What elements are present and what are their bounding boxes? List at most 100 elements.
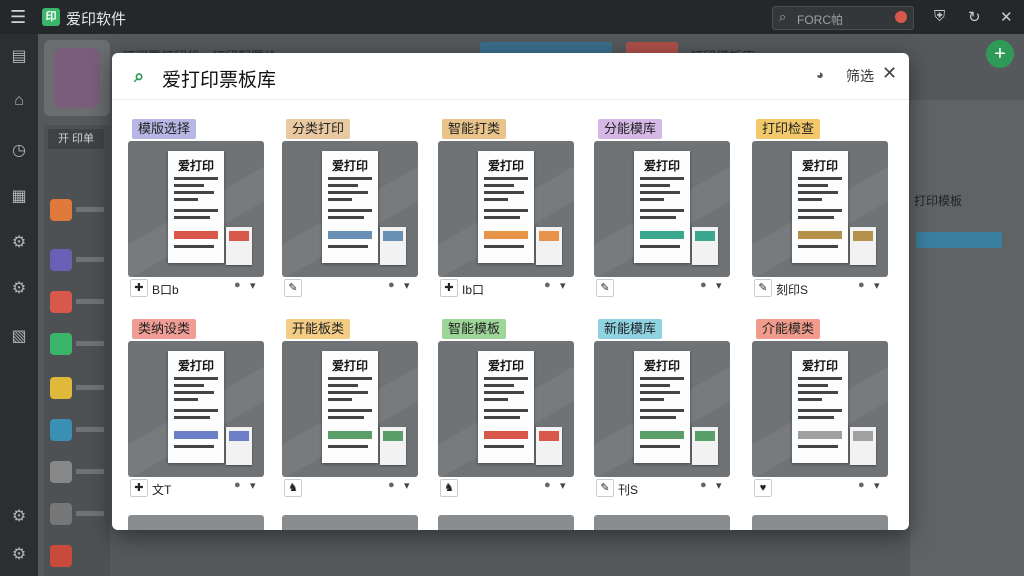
receipt-line bbox=[328, 391, 368, 394]
chevron-down-icon[interactable]: ▾ bbox=[560, 479, 566, 492]
mini-color-band bbox=[695, 231, 715, 241]
template-card[interactable]: 模版选择 爱打印 ✚ B口b ● ▾ bbox=[128, 111, 264, 297]
pin-icon[interactable]: ● bbox=[858, 279, 865, 291]
search-icon: ⌕ bbox=[779, 9, 787, 24]
pin-icon[interactable]: ● bbox=[700, 279, 707, 291]
template-tag: 分类打印 bbox=[286, 119, 351, 139]
receipt-line bbox=[798, 409, 842, 412]
receipt-color-band bbox=[174, 231, 218, 239]
window-close-icon[interactable]: ✕ bbox=[1000, 8, 1013, 26]
receipt-line bbox=[484, 245, 524, 248]
template-card[interactable]: 介能模类 爱打印 ♥ ● ▾ bbox=[752, 311, 888, 497]
search-icon: ⌕ bbox=[134, 66, 145, 86]
app-title: 爱印软件 bbox=[66, 11, 127, 28]
receipt-line bbox=[328, 191, 368, 194]
template-thumbnail[interactable]: 爱打印 bbox=[594, 141, 730, 277]
template-thumbnail[interactable]: 爱打印 bbox=[128, 141, 264, 277]
mini-color-band bbox=[229, 231, 249, 241]
template-card[interactable]: 分能模库 爱打印 ✎ ● ▾ bbox=[594, 111, 730, 297]
template-card[interactable]: 智能模板 爱打印 ♞ ● ▾ bbox=[438, 311, 574, 497]
rail-settings-icon[interactable]: ⚙ bbox=[10, 232, 28, 252]
receipt-color-band bbox=[484, 231, 528, 239]
receipt-color-band bbox=[798, 231, 842, 239]
pin-icon[interactable]: ● bbox=[858, 479, 865, 491]
template-thumbnail[interactable]: 爱打印 bbox=[282, 141, 418, 277]
receipt-line bbox=[484, 184, 514, 187]
search-input[interactable]: ⌕ FORC帕 bbox=[772, 6, 914, 30]
bg-item-line bbox=[76, 299, 104, 304]
template-thumbnail[interactable]: 爱打印 bbox=[128, 341, 264, 477]
rail-file-icon[interactable]: ▦ bbox=[10, 186, 28, 206]
chevron-down-icon[interactable]: ▾ bbox=[716, 479, 722, 492]
rail-print-icon[interactable]: ▤ bbox=[10, 46, 28, 66]
receipt-line bbox=[174, 245, 214, 248]
receipt-line bbox=[798, 398, 822, 401]
mini-color-band bbox=[539, 431, 559, 441]
pin-icon[interactable]: ● bbox=[700, 479, 707, 491]
close-icon[interactable]: ✕ bbox=[882, 63, 897, 84]
receipt-line bbox=[798, 177, 842, 180]
pin-icon[interactable]: ● bbox=[234, 279, 241, 291]
chevron-down-icon[interactable]: ▾ bbox=[716, 279, 722, 292]
menu-icon[interactable]: ☰ bbox=[10, 8, 26, 26]
chevron-down-icon[interactable]: ▾ bbox=[560, 279, 566, 292]
chevron-down-icon[interactable]: ▾ bbox=[404, 479, 410, 492]
receipt-line bbox=[484, 216, 520, 219]
template-card[interactable]: 新能模库 爱打印 ✎ 刊S ● ▾ bbox=[594, 311, 730, 497]
template-meta: ✚ B口b ● ▾ bbox=[128, 279, 264, 299]
receipt-line bbox=[484, 445, 524, 448]
receipt-preview: 爱打印 bbox=[792, 151, 848, 263]
template-thumbnail[interactable]: 爱打印 bbox=[752, 341, 888, 477]
rail-gear-icon[interactable]: ⚙ bbox=[10, 278, 28, 298]
receipt-line bbox=[798, 184, 828, 187]
receipt-preview: 爱打印 bbox=[322, 151, 378, 263]
template-card[interactable]: 开能板类 爱打印 ♞ ● ▾ bbox=[282, 311, 418, 497]
card-peek bbox=[752, 515, 888, 530]
rail-system-icon[interactable]: ⚙ bbox=[10, 544, 28, 564]
rail-history-icon[interactable]: ◷ bbox=[10, 140, 28, 160]
pin-icon[interactable]: ● bbox=[234, 479, 241, 491]
pin-icon[interactable]: ● bbox=[544, 479, 551, 491]
chevron-down-icon[interactable]: ▾ bbox=[404, 279, 410, 292]
template-card[interactable]: 分类打印 爱打印 ✎ ● ▾ bbox=[282, 111, 418, 297]
rail-doc-icon[interactable]: ▧ bbox=[10, 326, 28, 346]
chevron-down-icon[interactable]: ▾ bbox=[874, 279, 880, 292]
receipt-preview: 爱打印 bbox=[634, 151, 690, 263]
rail-home-icon[interactable]: ⌂ bbox=[10, 92, 28, 110]
receipt-color-band bbox=[484, 431, 528, 439]
receipt-line bbox=[328, 184, 358, 187]
receipt-line bbox=[484, 384, 514, 387]
template-thumbnail[interactable]: 爱打印 bbox=[438, 141, 574, 277]
receipt-title: 爱打印 bbox=[331, 359, 368, 373]
bg-item-icon bbox=[50, 461, 72, 483]
chevron-down-icon[interactable]: ▾ bbox=[250, 279, 256, 292]
template-thumbnail[interactable]: 爱打印 bbox=[752, 141, 888, 277]
template-card[interactable]: 打印检查 爱打印 ✎ 刻印S ● ▾ bbox=[752, 111, 888, 297]
receipt-title: 爱打印 bbox=[643, 159, 680, 173]
template-thumbnail[interactable]: 爱打印 bbox=[438, 341, 574, 477]
template-card[interactable]: 类纳设类 爱打印 ✚ 文T ● ▾ bbox=[128, 311, 264, 497]
template-card[interactable]: 智能打类 爱打印 ✚ Ib口 ● ▾ bbox=[438, 111, 574, 297]
refresh-icon[interactable]: ↻ bbox=[968, 8, 981, 26]
shield-icon[interactable]: ⛨ bbox=[934, 8, 945, 25]
template-meta: ✎ ● ▾ bbox=[282, 279, 418, 299]
filter-button[interactable]: 筛选 bbox=[846, 66, 874, 86]
notification-icon[interactable] bbox=[895, 11, 907, 23]
template-thumbnail[interactable]: 爱打印 bbox=[594, 341, 730, 477]
receipt-line bbox=[484, 416, 520, 419]
user-icon[interactable]: ◕ bbox=[816, 67, 824, 82]
chevron-down-icon[interactable]: ▾ bbox=[250, 479, 256, 492]
add-button: + bbox=[986, 40, 1014, 68]
receipt-line bbox=[328, 177, 372, 180]
receipt-title: 爱打印 bbox=[643, 359, 680, 373]
template-thumbnail[interactable]: 爱打印 bbox=[282, 341, 418, 477]
rail-config-icon[interactable]: ⚙ bbox=[10, 506, 28, 526]
pin-icon[interactable]: ● bbox=[544, 279, 551, 291]
card-peek bbox=[438, 515, 574, 530]
receipt-title: 爱打印 bbox=[177, 359, 214, 373]
receipt-line bbox=[328, 245, 368, 248]
chevron-down-icon[interactable]: ▾ bbox=[874, 479, 880, 492]
pin-icon[interactable]: ● bbox=[388, 279, 395, 291]
receipt-title: 爱打印 bbox=[177, 159, 214, 173]
pin-icon[interactable]: ● bbox=[388, 479, 395, 491]
